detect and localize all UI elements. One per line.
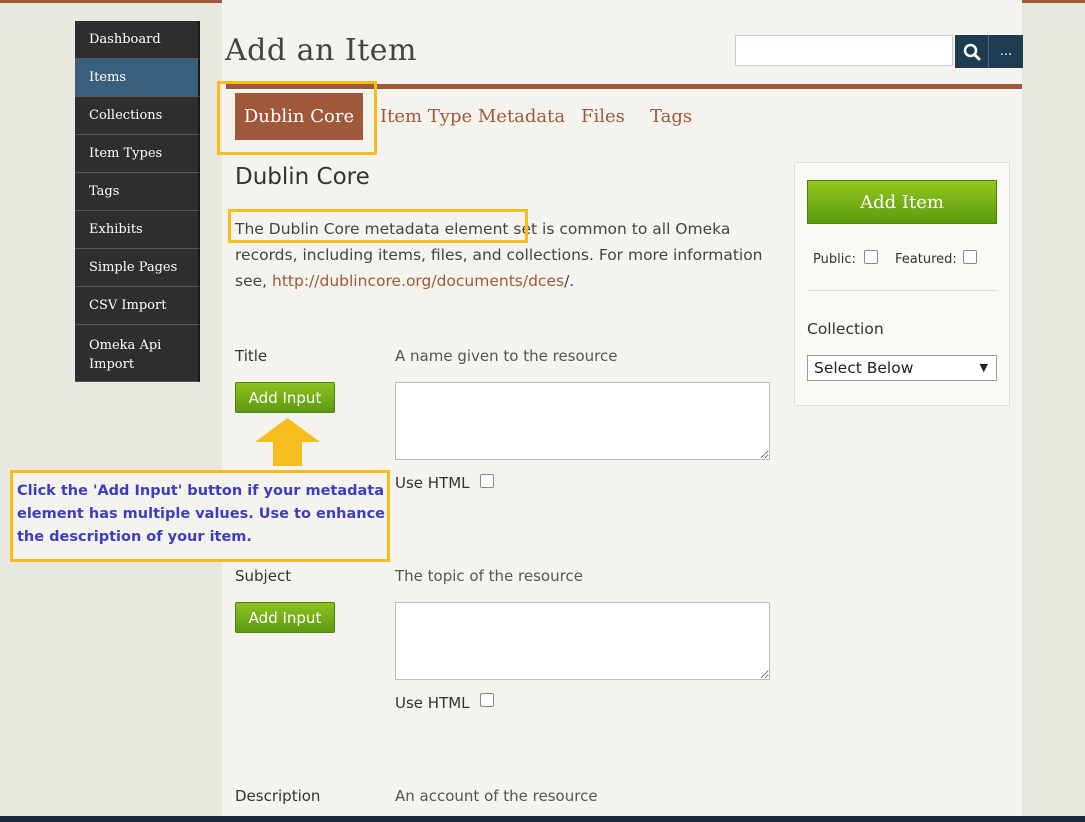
field-label-subject: Subject	[235, 567, 292, 585]
intro-highlight-box	[228, 209, 528, 243]
add-input-button-title[interactable]: Add Input	[235, 382, 335, 413]
chevron-down-icon: ▼	[979, 361, 988, 374]
bottom-bar	[0, 816, 1085, 822]
add-input-button-subject[interactable]: Add Input	[235, 602, 335, 633]
sidebar-item-item-types[interactable]: Item Types	[75, 135, 200, 173]
tab-tags[interactable]: Tags	[650, 93, 692, 140]
subject-textarea[interactable]	[395, 602, 770, 680]
sidebar-item-simple-pages[interactable]: Simple Pages	[75, 249, 200, 287]
dces-link[interactable]: http://dublincore.org/documents/dces	[272, 272, 564, 290]
featured-checkbox[interactable]	[963, 250, 977, 264]
sidebar-item-tags[interactable]: Tags	[75, 173, 200, 211]
tab-item-type-metadata[interactable]: Item Type Metadata	[380, 93, 565, 140]
use-html-checkbox-title[interactable]	[480, 474, 494, 488]
use-html-label-title: Use HTML	[395, 474, 470, 492]
collection-select-value: Select Below	[814, 359, 914, 377]
use-html-checkbox-subject[interactable]	[480, 693, 494, 707]
tab-files[interactable]: Files	[581, 93, 625, 140]
sidebar-item-items[interactable]: Items	[75, 59, 200, 97]
featured-label: Featured:	[895, 252, 957, 267]
sidebar-item-exhibits[interactable]: Exhibits	[75, 211, 200, 249]
intro-end: /.	[564, 272, 575, 290]
sidebar-item-omeka-api-import[interactable]: Omeka Api Import	[75, 325, 200, 382]
page-title: Add an Item	[225, 33, 417, 68]
add-item-button[interactable]: Add Item	[807, 180, 997, 224]
use-html-label-subject: Use HTML	[395, 694, 470, 712]
search-icon	[963, 43, 980, 60]
collection-select[interactable]: Select Below ▼	[807, 355, 997, 381]
field-label-title: Title	[235, 347, 268, 365]
field-help-subject: The topic of the resource	[395, 567, 583, 585]
callout-text: Click the 'Add Input' button if your met…	[17, 483, 386, 545]
advanced-search-button[interactable]: ...	[988, 35, 1023, 68]
sidebar-item-dashboard[interactable]: Dashboard	[75, 21, 200, 59]
title-textarea[interactable]	[395, 382, 770, 460]
arrow-up-icon	[255, 418, 320, 466]
search-button[interactable]	[955, 35, 988, 68]
field-help-title: A name given to the resource	[395, 347, 618, 365]
section-heading: Dublin Core	[235, 164, 370, 190]
public-label: Public:	[813, 252, 856, 267]
tab-highlight-box	[217, 81, 377, 155]
public-checkbox[interactable]	[864, 250, 878, 264]
collection-label: Collection	[807, 320, 884, 338]
field-help-description: An account of the resource	[395, 787, 598, 805]
sidebar-item-csv-import[interactable]: CSV Import	[75, 287, 200, 325]
panel-divider	[807, 290, 997, 291]
admin-sidebar: Dashboard Items Collections Item Types T…	[75, 21, 200, 382]
field-label-description: Description	[235, 787, 321, 805]
annotation-callout: Click the 'Add Input' button if your met…	[10, 470, 390, 562]
search-input[interactable]	[735, 35, 953, 66]
sidebar-item-collections[interactable]: Collections	[75, 97, 200, 135]
